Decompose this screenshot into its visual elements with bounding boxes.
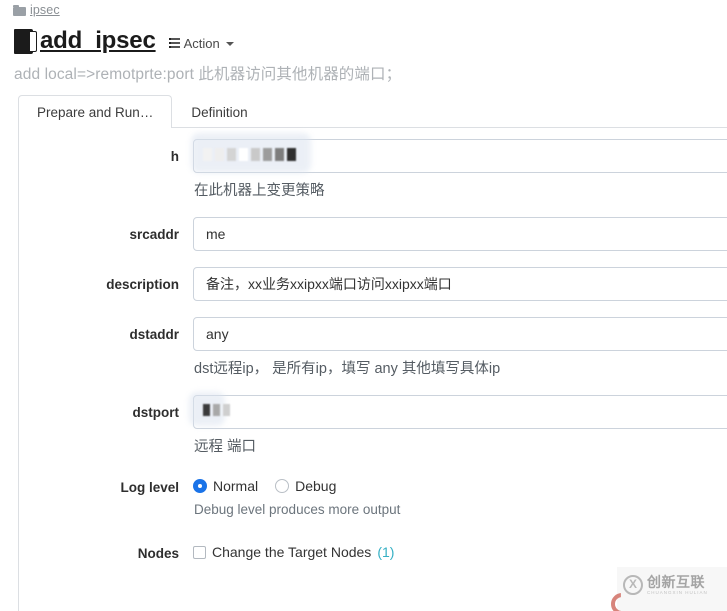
breadcrumb: ipsec (13, 1, 60, 19)
list-icon (168, 38, 180, 48)
input-dstaddr[interactable] (193, 317, 727, 351)
tab-definition[interactable]: Definition (172, 95, 266, 128)
radio-label-debug: Debug (295, 478, 337, 494)
nodes-checkbox-group: Change the Target Nodes (1) (193, 536, 727, 560)
redacted-field-dstport (189, 392, 727, 429)
field-help-dstport: 远程 端口 (194, 439, 257, 455)
page-root: ipsec add_ipsec Action add local=>remotp… (0, 0, 727, 611)
log-level-radio-group: Normal Debug (193, 470, 727, 494)
checkbox-label: Change the Target Nodes (212, 544, 372, 560)
form-row-log-level: Log level Normal Debug Debug level produ… (0, 470, 727, 520)
prepare-and-run-form: h 在此机器上变更策略 srcaddr me description 备注，xx… (0, 127, 727, 562)
action-menu-button[interactable]: Action (168, 32, 234, 51)
checkbox-indicator[interactable] (193, 545, 206, 559)
tab-label: Definition (191, 104, 248, 120)
checkbox-change-target-nodes[interactable]: Change the Target Nodes (1) (193, 544, 394, 560)
tab-list: Prepare and Run… Definition (18, 95, 267, 129)
field-help-h: 在此机器上变更策略 (194, 183, 325, 199)
field-help-log-level: Debug level produces more output (194, 502, 401, 517)
radio-indicator-debug[interactable] (275, 479, 290, 493)
radio-option-normal[interactable]: Normal (193, 478, 258, 494)
field-help-dstaddr: dst远程ip， 是所有ip，填写 any 其他填写具体ip (194, 361, 501, 377)
field-label-description: description (106, 277, 179, 292)
input-h[interactable] (193, 139, 727, 173)
input-dstport[interactable] (193, 395, 727, 429)
field-label-dstaddr: dstaddr (129, 327, 179, 342)
field-label-dstport: dstport (132, 405, 180, 420)
tab-prepare-and-run[interactable]: Prepare and Run… (18, 95, 173, 129)
form-row-dstport: dstport 远程 端口 (0, 392, 727, 457)
form-row-dstaddr: dstaddr dst远程ip， 是所有ip，填写 any 其他填写具体ip (0, 317, 727, 379)
page-title[interactable]: add_ipsec (40, 27, 156, 55)
breadcrumb-link-ipsec[interactable]: ipsec (30, 3, 60, 17)
radio-option-debug[interactable]: Debug (275, 478, 336, 494)
field-label-log-level: Log level (120, 480, 179, 495)
input-description[interactable] (193, 267, 727, 301)
form-row-srcaddr: srcaddr (0, 217, 727, 251)
page-description: add local=>remotprte:port 此机器访问其他机器的端口； (14, 66, 402, 83)
form-row-description: description (0, 267, 727, 301)
field-label-srcaddr: srcaddr (129, 227, 179, 242)
target-nodes-count-link[interactable]: (1) (377, 544, 394, 560)
form-row-h: h 在此机器上变更策略 (0, 133, 727, 201)
radio-label-normal: Normal (213, 478, 259, 494)
book-icon (14, 28, 37, 54)
folder-icon (13, 4, 26, 16)
input-srcaddr[interactable] (193, 217, 727, 251)
chevron-down-icon (225, 42, 234, 46)
field-label-h: h (170, 149, 179, 164)
tab-label: Prepare and Run… (37, 104, 154, 120)
action-menu-label: Action (183, 35, 220, 51)
radio-indicator-normal[interactable] (193, 479, 207, 493)
redacted-field-h (191, 133, 727, 173)
form-row-nodes: Nodes Change the Target Nodes (1) (0, 536, 727, 562)
page-header: add_ipsec Action (14, 24, 234, 58)
field-label-nodes: Nodes (137, 546, 179, 561)
